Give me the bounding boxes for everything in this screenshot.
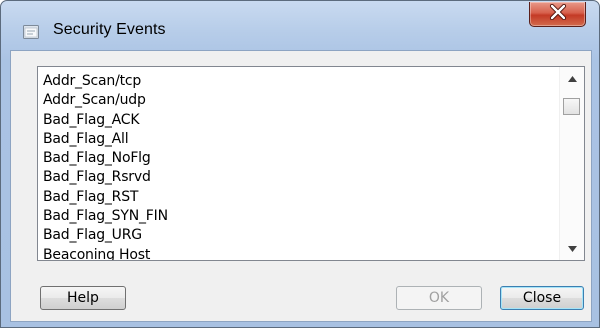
- list-item[interactable]: Bad_Flag_NoFlg: [43, 149, 558, 168]
- list-item[interactable]: Addr_Scan/tcp: [43, 72, 558, 91]
- dialog-content: Addr_Scan/tcp Addr_Scan/udp Bad_Flag_ACK Ba…: [10, 50, 592, 322]
- list-item[interactable]: Bad_Flag_URG: [43, 226, 558, 245]
- list-item[interactable]: Bad_Flag_ACK: [43, 111, 558, 130]
- close-button[interactable]: Close: [500, 286, 584, 310]
- scroll-down-arrow-icon[interactable]: [560, 240, 584, 257]
- security-events-dialog: Security Events Addr_Scan/tcp Addr_Scan/u…: [0, 0, 600, 328]
- security-events-list[interactable]: Addr_Scan/tcp Addr_Scan/udp Bad_Flag_ACK Ba…: [37, 66, 585, 261]
- list-items-container: Addr_Scan/tcp Addr_Scan/udp Bad_Flag_ACK Ba…: [38, 67, 558, 260]
- list-item[interactable]: Bad_Flag_SYN_FIN: [43, 207, 558, 226]
- close-x-icon: [549, 3, 567, 25]
- close-window-button[interactable]: [529, 2, 586, 27]
- list-item[interactable]: Bad_Flag_RST: [43, 188, 558, 207]
- help-button[interactable]: Help: [40, 286, 126, 310]
- ok-button[interactable]: OK: [396, 286, 482, 310]
- list-item[interactable]: Addr_Scan/udp: [43, 91, 558, 110]
- scrollbar-thumb[interactable]: [563, 98, 580, 115]
- list-item[interactable]: Bad_Flag_All: [43, 130, 558, 149]
- list-item[interactable]: Beaconing Host: [43, 246, 558, 260]
- dialog-title: Security Events: [53, 21, 166, 38]
- vertical-scrollbar[interactable]: [559, 67, 584, 260]
- scroll-up-arrow-icon[interactable]: [560, 70, 584, 87]
- window-icon: [23, 25, 39, 39]
- list-item[interactable]: Bad_Flag_Rsrvd: [43, 168, 558, 187]
